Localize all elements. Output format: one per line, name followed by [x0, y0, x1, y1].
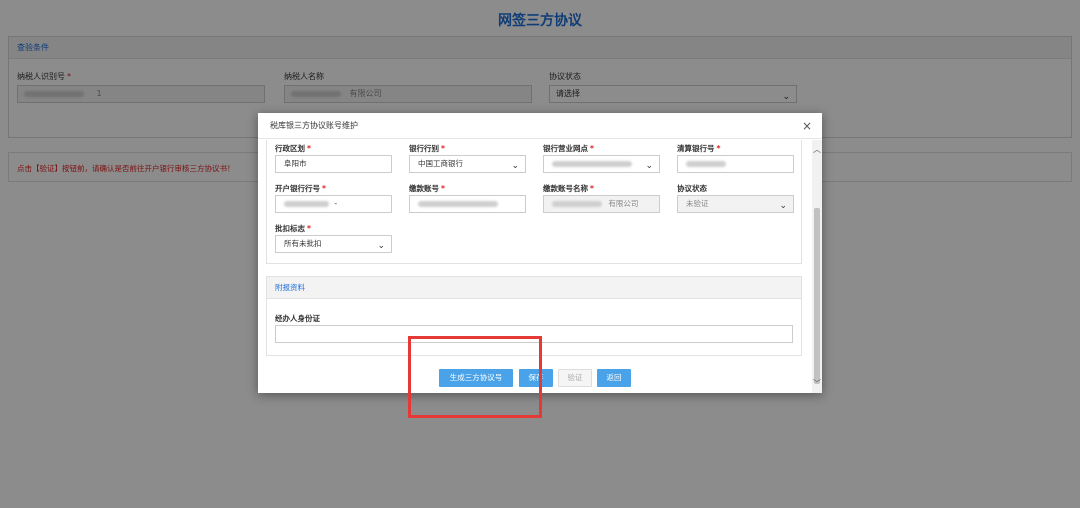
- clearing-bank-input[interactable]: [677, 155, 794, 173]
- dialog-scrollbar[interactable]: ︿ ﹀: [812, 140, 822, 393]
- scroll-thumb[interactable]: [814, 208, 820, 384]
- chevron-down-icon: ⌄: [511, 161, 519, 171]
- attachment-header: 附报资料: [267, 277, 801, 299]
- verify-button[interactable]: 验证: [558, 369, 592, 387]
- payment-account-name-input[interactable]: 有限公司: [543, 195, 660, 213]
- batch-flag-select[interactable]: 所有未批扣 ⌄: [275, 235, 392, 253]
- chevron-down-icon: ⌄: [377, 241, 385, 251]
- batch-flag-label: 批扣标志 *: [275, 224, 311, 233]
- chevron-down-icon: ⌄: [779, 201, 787, 211]
- payment-account-input[interactable]: [409, 195, 526, 213]
- chevron-down-icon: ⌄: [645, 161, 653, 171]
- close-icon[interactable]: ×: [802, 113, 812, 139]
- account-info-section: 行政区划 * 阜阳市 银行行别 * 中国工商银行 ⌄ 银行营业网点 * ⌄ 清算银行号…: [266, 140, 802, 264]
- bank-branch-select[interactable]: ⌄: [543, 155, 660, 173]
- dialog-header: 税库银三方协议账号维护 ×: [258, 113, 822, 139]
- dialog-title: 税库银三方协议账号维护: [270, 121, 358, 130]
- bank-type-label: 银行行别 *: [409, 144, 445, 153]
- district-label: 行政区划 *: [275, 144, 311, 153]
- open-bank-input[interactable]: -: [275, 195, 392, 213]
- bank-type-select[interactable]: 中国工商银行 ⌄: [409, 155, 526, 173]
- chevron-up-icon[interactable]: ︿: [813, 144, 821, 155]
- bank-branch-label: 银行营业网点 *: [543, 144, 594, 153]
- id-card-label: 经办人身份证: [275, 314, 320, 323]
- clearing-bank-label: 清算银行号 *: [677, 144, 721, 153]
- payment-account-label: 缴款账号 *: [409, 184, 445, 193]
- modal-agreement-status-label: 协议状态: [677, 184, 707, 193]
- chevron-down-icon[interactable]: ﹀: [813, 378, 821, 389]
- highlight-box: [408, 336, 542, 418]
- district-input[interactable]: 阜阳市: [275, 155, 392, 173]
- back-button[interactable]: 返回: [597, 369, 631, 387]
- open-bank-label: 开户银行行号 *: [275, 184, 326, 193]
- modal-agreement-status-select[interactable]: 未验证 ⌄: [677, 195, 794, 213]
- payment-account-name-label: 缴款账号名称 *: [543, 184, 594, 193]
